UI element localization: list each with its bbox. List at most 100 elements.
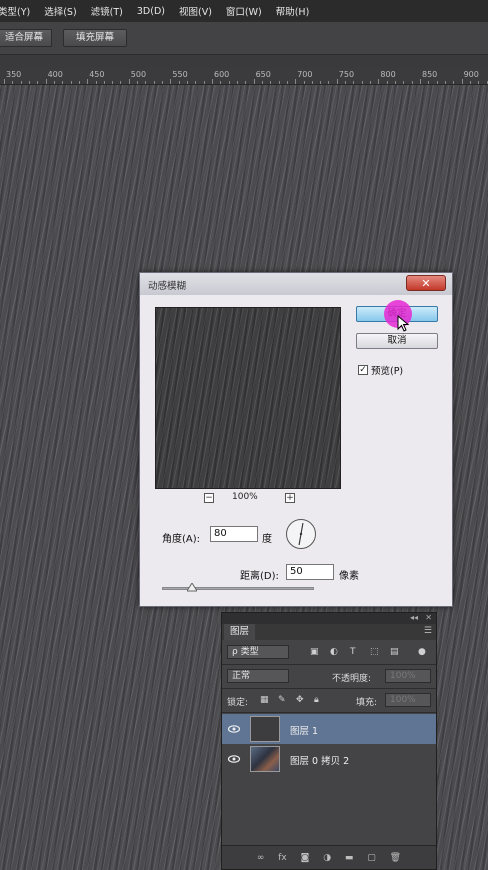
- ruler-major-tick: [378, 79, 380, 84]
- ruler-minor-tick: [311, 81, 313, 84]
- ruler-minor-tick: [261, 81, 263, 84]
- lock-label: 锁定:: [227, 698, 249, 708]
- fill-input[interactable]: 100%: [385, 693, 431, 707]
- ruler-minor-tick: [203, 81, 205, 84]
- zoom-level: 100%: [232, 492, 258, 502]
- preview-toggle[interactable]: ✓ 预览(P): [358, 363, 403, 377]
- ruler-minor-tick: [236, 81, 238, 84]
- collapse-icon[interactable]: ◂◂: [410, 613, 418, 622]
- angle-dial[interactable]: [286, 519, 316, 549]
- zoom-out-button[interactable]: −: [204, 493, 214, 503]
- panel-menu-icon[interactable]: ☰: [424, 626, 432, 636]
- opacity-label: 不透明度:: [332, 674, 372, 684]
- ruler-tick-label: 750: [338, 70, 355, 79]
- ruler-major-tick: [4, 79, 5, 84]
- cancel-button[interactable]: 取消: [356, 333, 438, 349]
- menu-window[interactable]: 窗口(W): [226, 4, 262, 18]
- distance-slider[interactable]: [162, 587, 314, 590]
- ruler-tick-label: 500: [130, 70, 147, 79]
- lock-brush-icon[interactable]: ✎: [278, 695, 286, 705]
- ruler-minor-tick: [353, 81, 355, 84]
- ruler-minor-tick: [70, 81, 72, 84]
- fit-screen-button[interactable]: 适合屏幕: [0, 29, 52, 47]
- ruler-tick-label: 850: [422, 70, 438, 79]
- ruler-minor-tick: [444, 81, 446, 84]
- distance-input[interactable]: 50: [286, 564, 334, 580]
- eye-icon[interactable]: [227, 721, 241, 737]
- group-icon[interactable]: ▬: [345, 853, 354, 863]
- menu-filter[interactable]: 滤镜(T): [91, 4, 123, 18]
- ruler-major-tick: [170, 79, 172, 84]
- ruler-minor-tick: [328, 81, 330, 84]
- filter-row: ρ 类型 ▣ ◐ T ⬚ ▤ ●: [222, 640, 436, 665]
- filter-kind-select[interactable]: ρ 类型: [227, 645, 289, 659]
- tab-layers[interactable]: 图层: [224, 624, 256, 640]
- opacity-input[interactable]: 100%: [385, 669, 431, 683]
- ruler-minor-tick: [137, 81, 139, 84]
- menu-help[interactable]: 帮助(H): [276, 4, 310, 18]
- filter-preview[interactable]: [155, 307, 341, 489]
- ruler-tick-label: 800: [380, 70, 396, 79]
- ruler-minor-tick: [28, 81, 30, 84]
- preview-label: 预览(P): [371, 366, 404, 377]
- ruler-minor-tick: [228, 81, 230, 84]
- panel-close-icon[interactable]: ✕: [425, 613, 432, 622]
- angle-unit: 度: [262, 534, 272, 545]
- close-icon: ✕: [421, 277, 431, 290]
- layer-row-layer-1[interactable]: 图层 1: [222, 714, 436, 744]
- adjustment-filter-icon[interactable]: ◐: [330, 647, 338, 657]
- ruler-minor-tick: [178, 81, 180, 84]
- lock-row: 锁定: ▦ ✎ ✥ 🔒︎ 填充: 100%: [222, 688, 436, 713]
- pixel-filter-icon[interactable]: ▣: [310, 647, 319, 657]
- fx-icon[interactable]: fx: [278, 853, 287, 863]
- adjustment-icon[interactable]: ◑: [323, 853, 331, 863]
- menu-select[interactable]: 选择(S): [44, 4, 76, 18]
- ruler-minor-tick: [411, 81, 413, 84]
- distance-unit: 像素: [339, 571, 359, 582]
- ruler-minor-tick: [12, 81, 14, 84]
- ruler-tick-label: 600: [214, 70, 230, 79]
- ruler-major-tick: [420, 79, 421, 84]
- new-layer-icon[interactable]: ▢: [367, 853, 376, 863]
- ruler-minor-tick: [162, 81, 164, 84]
- fill-label: 填充:: [356, 698, 378, 708]
- menu-3d[interactable]: 3D(D): [137, 6, 165, 17]
- preview-checkbox[interactable]: ✓: [358, 365, 368, 375]
- blend-row: 正常 不透明度: 100%: [222, 664, 436, 689]
- zoom-in-button[interactable]: +: [285, 493, 295, 503]
- layers-tab-bar: 图层 ☰: [222, 624, 436, 640]
- type-filter-icon[interactable]: T: [350, 647, 356, 657]
- layer-row-layer-0-copy-2[interactable]: 图层 0 拷贝 2: [222, 744, 436, 774]
- smart-object-filter-icon[interactable]: ▤: [390, 647, 399, 657]
- filter-toggle-icon[interactable]: ●: [418, 647, 426, 657]
- menu-view[interactable]: 视图(V): [179, 4, 212, 18]
- lock-all-icon[interactable]: 🔒︎: [314, 695, 319, 705]
- ruler-minor-tick: [403, 81, 405, 84]
- ruler-major-tick: [87, 79, 89, 84]
- ruler-tick-label: 400: [47, 70, 63, 79]
- ruler-minor-tick: [145, 81, 147, 84]
- mask-icon[interactable]: ◙: [301, 853, 310, 863]
- lock-position-icon[interactable]: ✥: [296, 695, 304, 705]
- eye-icon[interactable]: [227, 751, 241, 767]
- layers-bottom-bar: ∞ fx ◙ ◑ ▬ ▢ 🗑︎: [222, 845, 436, 869]
- ruler-major-tick: [45, 79, 47, 84]
- angle-input[interactable]: 80: [210, 526, 258, 542]
- ruler-tick-label: 700: [297, 70, 313, 79]
- link-icon[interactable]: ∞: [257, 853, 265, 863]
- fill-screen-button[interactable]: 填充屏幕: [63, 29, 127, 47]
- lock-transparency-icon[interactable]: ▦: [260, 695, 269, 705]
- shape-filter-icon[interactable]: ⬚: [370, 647, 379, 657]
- ruler-minor-tick: [370, 81, 372, 84]
- ruler-minor-tick: [395, 81, 397, 84]
- trash-icon[interactable]: 🗑︎: [390, 853, 401, 863]
- angle-label: 角度(A):: [162, 534, 201, 545]
- close-button[interactable]: ✕: [406, 275, 446, 291]
- distance-slider-thumb[interactable]: [187, 583, 198, 592]
- dialog-title: 动感模糊: [148, 281, 187, 292]
- blend-mode-select[interactable]: 正常: [227, 669, 289, 683]
- menu-type[interactable]: 类型(Y): [0, 4, 30, 18]
- dialog-titlebar[interactable]: 动感模糊 ✕: [140, 273, 452, 295]
- ruler-major-tick: [336, 79, 338, 84]
- ruler-major-tick: [128, 79, 130, 84]
